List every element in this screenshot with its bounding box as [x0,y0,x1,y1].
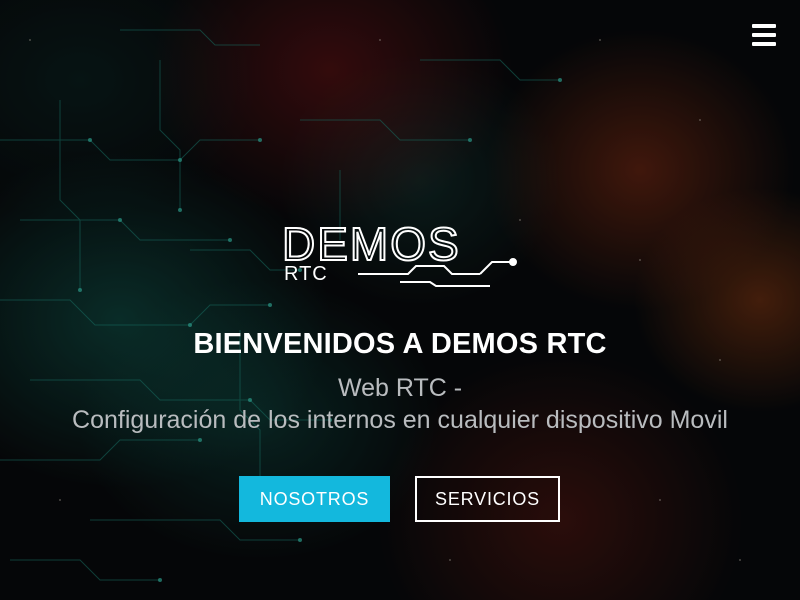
demos-rtc-logo: DEMOS RTC [281,217,517,287]
dark-overlay [0,0,800,600]
page-title: BIENVENIDOS A DEMOS RTC [193,328,607,360]
menu-bar [752,24,776,28]
nosotros-button[interactable]: NOSOTROS [239,476,390,522]
hero-subtitle: Web RTC - Configuración de los internos … [0,372,800,436]
subtitle-line-1: Web RTC - [337,374,463,402]
menu-bar [752,33,776,37]
servicios-button[interactable]: SERVICIOS [415,476,560,522]
subtitle-line-2: Configuración de los internos en cualqui… [72,406,728,434]
menu-bar [752,42,776,46]
hero-section: DEMOS RTC BIENVENIDOS A DEMOS RTC Web RT… [0,0,800,600]
hamburger-menu-icon[interactable] [752,24,776,46]
logo-sub-text: RTC [284,263,328,285]
